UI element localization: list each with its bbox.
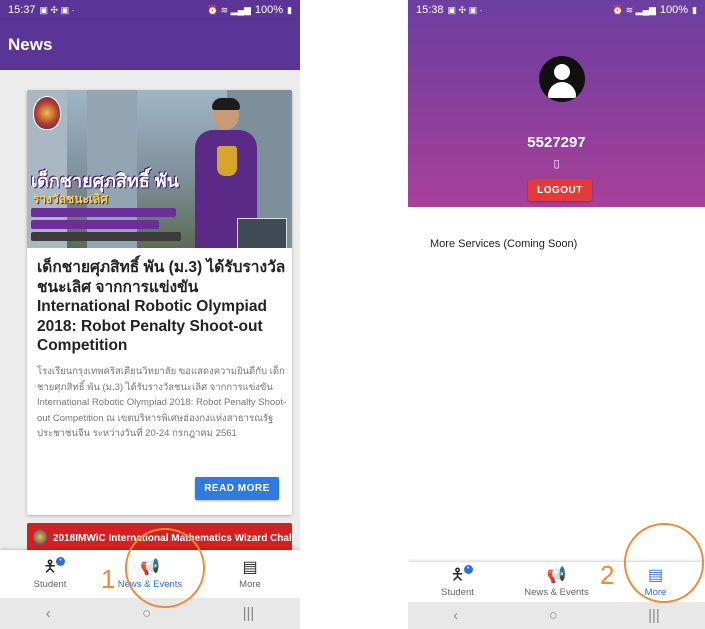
- nav-label: News & Events: [524, 586, 589, 598]
- battery-icon: ▮: [692, 4, 697, 15]
- highlight-circle: [624, 523, 704, 603]
- photo-hair: [212, 98, 240, 110]
- news-title[interactable]: เด็กชายศุภสิทธิ์ พัน (ม.3) ได้รับรางวัลช…: [37, 258, 287, 356]
- nav-student[interactable]: 🯅 • Student: [408, 562, 507, 602]
- image-caption-band: [31, 208, 176, 217]
- megaphone-icon: 📢: [546, 566, 567, 584]
- robot-icon: [237, 218, 287, 248]
- recents-icon[interactable]: |||: [648, 607, 660, 624]
- nav-more[interactable]: ▤ More: [200, 550, 300, 598]
- student-id: 5527297: [527, 134, 586, 151]
- signal-icons: ⏰ ≋ ▂▄▆: [611, 4, 656, 15]
- notification-badge: •: [56, 556, 66, 566]
- nav-label: Student: [441, 586, 474, 598]
- avatar-head: [554, 64, 570, 80]
- news-feed[interactable]: เด็กชายศุภสิทธิ์ พัน รางวัลชนะเลิศ เด็กช…: [0, 70, 300, 563]
- step-number-one: 1: [101, 564, 116, 594]
- news-card[interactable]: เด็กชายศุภสิทธิ์ พัน รางวัลชนะเลิศ เด็กช…: [27, 90, 292, 515]
- school-seal-icon: [33, 96, 61, 130]
- phone-icon: ▯: [553, 158, 560, 170]
- battery-icon: ▮: [287, 4, 292, 15]
- nav-student[interactable]: 🯅 • Student: [0, 550, 100, 598]
- read-more-button[interactable]: READ MORE: [195, 477, 279, 500]
- logout-button[interactable]: LOGOUT: [528, 179, 592, 201]
- notification-badge: •: [463, 564, 473, 574]
- app-bar: News: [0, 20, 300, 70]
- page-title: News: [8, 35, 53, 54]
- nav-news-events[interactable]: 📢 News & Events: [507, 562, 606, 602]
- news-image[interactable]: เด็กชายศุภสิทธิ์ พัน รางวัลชนะเลิศ: [27, 90, 292, 248]
- avatar-body: [548, 82, 576, 98]
- more-services-text: More Services (Coming Soon): [430, 238, 578, 250]
- recents-icon[interactable]: |||: [243, 605, 255, 622]
- system-nav-bar: ‹ ○ |||: [408, 602, 705, 629]
- back-icon[interactable]: ‹: [46, 605, 51, 622]
- image-caption-band: [31, 232, 181, 241]
- image-overlay-subtitle: รางวัลชนะเลิศ: [33, 192, 108, 206]
- avatar-icon: [539, 56, 585, 102]
- home-icon[interactable]: ○: [142, 605, 151, 622]
- list-icon: ▤: [242, 558, 258, 576]
- trophy-icon: [217, 146, 237, 176]
- profile-header: 15:38 ▣ ✣ ▣ · ⏰ ≋ ▂▄▆ 100% ▮ 5527297 ▯ L…: [408, 0, 705, 207]
- notification-icons: ▣ ✣ ▣ ·: [447, 4, 483, 15]
- nav-label: Student: [33, 578, 67, 590]
- student-icon: 🯅 •: [450, 564, 473, 585]
- step-number-two: 2: [600, 560, 615, 590]
- nav-label: More: [239, 578, 261, 590]
- status-time: 15:38: [416, 4, 444, 16]
- status-bar: 15:37 ▣ ✣ ▣ · ⏰ ≋ ▂▄▆ 100% ▮: [0, 0, 300, 20]
- image-caption-band: [31, 220, 159, 229]
- notification-icons: ▣ ✣ ▣ ·: [39, 4, 75, 15]
- student-icon: 🯅 •: [43, 556, 66, 577]
- signal-icons: ⏰ ≋ ▂▄▆: [206, 4, 251, 15]
- school-seal-icon: [33, 529, 47, 545]
- highlight-circle: [125, 528, 205, 608]
- status-time: 15:37: [8, 4, 36, 16]
- back-icon[interactable]: ‹: [453, 607, 458, 624]
- home-icon[interactable]: ○: [549, 607, 558, 624]
- status-bar: 15:38 ▣ ✣ ▣ · ⏰ ≋ ▂▄▆ 100% ▮: [408, 0, 705, 20]
- news-summary: โรงเรียนกรุงเทพคริสเตียนวิทยาลัย ขอแสดงค…: [37, 366, 287, 439]
- battery-level: 100%: [659, 4, 689, 16]
- battery-level: 100%: [254, 4, 284, 16]
